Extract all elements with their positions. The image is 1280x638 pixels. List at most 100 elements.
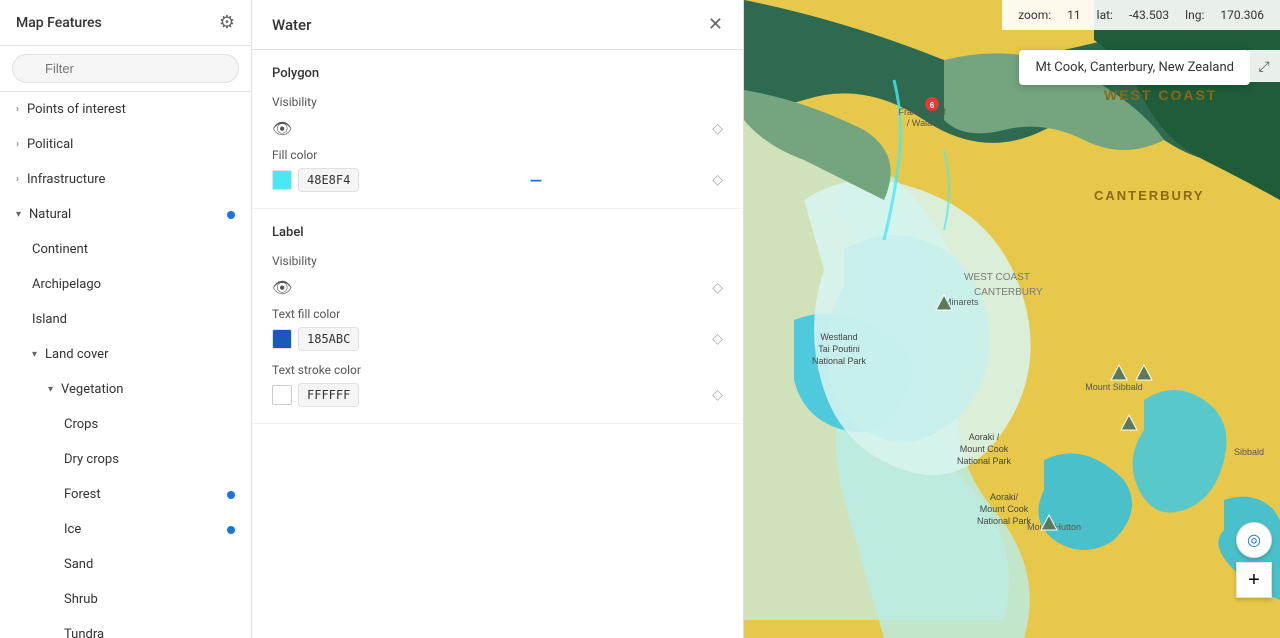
- modified-dot: [227, 526, 235, 534]
- location-button[interactable]: ◎: [1236, 522, 1272, 558]
- diamond-icon-label[interactable]: ◇: [712, 280, 723, 296]
- sidebar-item-political[interactable]: › Political: [0, 127, 251, 162]
- text-stroke-color-group: FFFFFF: [272, 383, 359, 407]
- text-fill-color-swatch[interactable]: [272, 329, 292, 349]
- text-fill-color-label: Text fill color: [272, 307, 723, 321]
- nav-item-label: Island: [32, 312, 67, 327]
- close-icon[interactable]: ✕: [708, 14, 723, 35]
- eye-icon-label[interactable]: 👁: [272, 278, 292, 297]
- diamond-icon-text-fill[interactable]: ◇: [712, 331, 723, 347]
- sidebar-item-shrub[interactable]: Shrub: [0, 582, 251, 617]
- sidebar-item-sand[interactable]: Sand: [0, 547, 251, 582]
- eye-icon-polygon[interactable]: 👁: [272, 119, 292, 138]
- sidebar-item-natural[interactable]: ▾ Natural: [0, 197, 251, 232]
- sidebar-title: Map Features: [16, 15, 102, 31]
- chevron-icon: ▾: [48, 384, 53, 395]
- visibility-label-polygon: Visibility: [272, 95, 723, 109]
- zoom-value: 11: [1067, 8, 1081, 22]
- svg-text:Aoraki/: Aoraki/: [990, 492, 1019, 502]
- text-fill-color-group: 185ABC: [272, 327, 359, 351]
- text-stroke-color-label: Text stroke color: [272, 363, 723, 377]
- svg-text:CANTERBURY: CANTERBURY: [974, 287, 1043, 298]
- map-info-box: Mt Cook, Canterbury, New Zealand: [1019, 50, 1250, 85]
- chevron-icon: ›: [16, 104, 19, 115]
- svg-text:CANTERBURY: CANTERBURY: [1094, 188, 1205, 203]
- sidebar-item-dry-crops[interactable]: Dry crops: [0, 442, 251, 477]
- fill-color-row: 48E8F4 — ◇: [272, 168, 723, 192]
- visibility-row-polygon: 👁 ◇: [272, 119, 723, 138]
- svg-text:WEST COAST: WEST COAST: [1104, 87, 1217, 103]
- nav-item-label: Points of interest: [27, 102, 126, 117]
- sidebar-item-points-of-interest[interactable]: › Points of interest: [0, 92, 251, 127]
- lng-label: lng:: [1185, 8, 1204, 22]
- zoom-in-button[interactable]: +: [1236, 562, 1272, 598]
- chevron-icon: ▾: [16, 209, 21, 220]
- nav-item-label: Archipelago: [32, 277, 101, 292]
- polygon-label: Polygon: [272, 66, 723, 81]
- fill-color-value[interactable]: 48E8F4: [298, 168, 359, 192]
- svg-text:National Park: National Park: [957, 456, 1012, 466]
- sidebar-item-archipelago[interactable]: Archipelago: [0, 267, 251, 302]
- nav-item-label: Shrub: [64, 592, 98, 607]
- gear-icon[interactable]: ⚙: [219, 12, 235, 33]
- fill-color-swatch[interactable]: [272, 170, 292, 190]
- nav-item-label: Natural: [29, 207, 71, 222]
- lng-value: 170.306: [1220, 8, 1264, 22]
- map-background: WEST COAST CANTERBURY WEST COAST CANTERB…: [744, 0, 1280, 638]
- sidebar-item-ice[interactable]: Ice: [0, 512, 251, 547]
- modified-dot: [227, 211, 235, 219]
- text-fill-color-value[interactable]: 185ABC: [298, 327, 359, 351]
- sidebar-item-infrastructure[interactable]: › Infrastructure: [0, 162, 251, 197]
- nav-item-label: Infrastructure: [27, 172, 105, 187]
- chevron-icon: ›: [16, 174, 19, 185]
- fill-color-label: Fill color: [272, 148, 723, 162]
- label-section: Label Visibility 👁 ◇ Text fill color 185…: [252, 209, 743, 424]
- sidebar-item-forest[interactable]: Forest: [0, 477, 251, 512]
- sidebar-item-tundra[interactable]: Tundra: [0, 617, 251, 638]
- sidebar-item-land-cover[interactable]: ▾Land cover: [0, 337, 251, 372]
- svg-text:National Park: National Park: [977, 516, 1032, 526]
- polygon-section: Polygon Visibility 👁 ◇ Fill color 48E8F4…: [252, 50, 743, 209]
- sidebar-item-crops[interactable]: Crops: [0, 407, 251, 442]
- text-stroke-color-value[interactable]: FFFFFF: [298, 383, 359, 407]
- fullscreen-button[interactable]: ⤢: [1248, 50, 1280, 82]
- sidebar-item-island[interactable]: Island: [0, 302, 251, 337]
- visibility-row-label: 👁 ◇: [272, 278, 723, 297]
- svg-text:6: 6: [930, 101, 935, 110]
- text-stroke-color-swatch[interactable]: [272, 385, 292, 405]
- panel-title: Water: [272, 16, 311, 34]
- svg-text:Westland: Westland: [820, 332, 857, 342]
- diamond-icon-text-stroke[interactable]: ◇: [712, 387, 723, 403]
- diamond-icon-polygon[interactable]: ◇: [712, 121, 723, 137]
- filter-section: ≡: [0, 46, 251, 92]
- sidebar-item-continent[interactable]: Continent: [0, 232, 251, 267]
- nav-item-label: Sand: [64, 557, 93, 572]
- search-input[interactable]: [12, 54, 239, 83]
- nav-item-label: Crops: [64, 417, 98, 432]
- map-coordinates-bar: zoom: 11 lat: -43.503 lng: 170.306: [1002, 0, 1280, 30]
- svg-text:Mount Cook: Mount Cook: [960, 444, 1009, 454]
- visibility-label-label: Visibility: [272, 254, 723, 268]
- minus-icon[interactable]: —: [530, 171, 542, 190]
- lat-value: -43.503: [1129, 8, 1169, 22]
- text-fill-color-row: 185ABC ◇: [272, 327, 723, 351]
- svg-text:Aoraki /: Aoraki /: [969, 432, 1000, 442]
- modified-dot: [227, 491, 235, 499]
- text-stroke-color-row: FFFFFF ◇: [272, 383, 723, 407]
- sidebar-header: Map Features ⚙: [0, 0, 251, 46]
- chevron-icon: ›: [16, 139, 19, 150]
- nav-tree: › Points of interest › Political › Infrastruc…: [0, 92, 251, 638]
- diamond-icon-fill[interactable]: ◇: [712, 172, 723, 188]
- svg-text:WEST COAST: WEST COAST: [964, 272, 1030, 283]
- nav-item-label: Dry crops: [64, 452, 119, 467]
- nav-item-label: Political: [27, 137, 73, 152]
- nav-item-label: Forest: [64, 487, 101, 502]
- feature-panel: Water ✕ Polygon Visibility 👁 ◇ Fill colo…: [252, 0, 744, 638]
- label-section-title: Label: [272, 225, 723, 240]
- map-area: WEST COAST CANTERBURY WEST COAST CANTERB…: [744, 0, 1280, 638]
- map-info-text: Mt Cook, Canterbury, New Zealand: [1035, 60, 1234, 75]
- sidebar-item-vegetation[interactable]: ▾Vegetation: [0, 372, 251, 407]
- svg-text:National Park: National Park: [812, 356, 867, 366]
- svg-text:Tai Poutini: Tai Poutini: [818, 344, 860, 354]
- svg-text:Mount Cook: Mount Cook: [980, 504, 1029, 514]
